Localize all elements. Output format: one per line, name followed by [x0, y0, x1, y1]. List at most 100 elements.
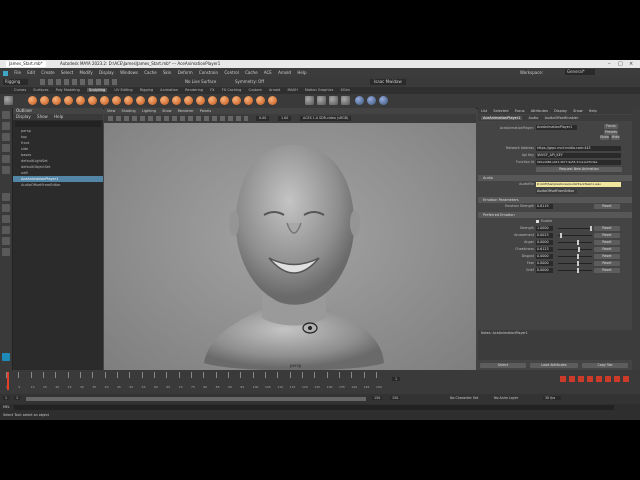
menu-control[interactable]: Control [224, 70, 238, 75]
quick-layout-icon[interactable] [2, 248, 10, 256]
mash-icon[interactable] [2, 353, 10, 361]
close-icon[interactable]: × [629, 60, 633, 68]
emotion-slider-knob[interactable] [577, 268, 580, 273]
workspace-select[interactable]: General* [565, 69, 595, 75]
vp-menu-renderer[interactable]: Renderer [178, 109, 194, 113]
shelf-tab-fx[interactable]: FX [210, 88, 214, 92]
grid-tool-icon[interactable] [329, 96, 338, 105]
emotion-slider-knob[interactable] [577, 261, 580, 266]
layout-single-icon[interactable] [2, 193, 10, 201]
focus-button[interactable]: Focus [604, 124, 618, 129]
shelf-tab-surfaces[interactable]: Surfaces [33, 88, 48, 92]
smooth-brush-icon[interactable] [40, 96, 49, 105]
emotion-reset-button[interactable]: Reset [594, 226, 620, 231]
range-end2-field[interactable]: 150 [390, 396, 401, 400]
wire-tool-icon[interactable] [317, 96, 326, 105]
menu-display[interactable]: Display [99, 70, 114, 75]
menu-select[interactable]: Select [61, 70, 73, 75]
vp-menu-view[interactable]: View [107, 109, 115, 113]
current-frame-field[interactable]: 1 [392, 377, 401, 381]
emotion-slider[interactable] [558, 226, 592, 231]
emotion-slider-knob[interactable] [577, 240, 580, 245]
notes-area[interactable]: Notes: AceAnimationPlayer1 [478, 330, 632, 360]
anim-layer-select[interactable]: No Anim Layer [494, 396, 518, 400]
shelf-tab-rigging[interactable]: Rigging [140, 88, 153, 92]
menu-file[interactable]: File [14, 70, 21, 75]
emotion-reset-button[interactable]: Reset [594, 261, 620, 266]
emotion-reset-button[interactable]: Reset [594, 204, 620, 209]
audio-node-field[interactable]: AudioOffsetFromEditor [536, 189, 577, 194]
maximize-icon[interactable]: □ [618, 60, 623, 68]
emotion-slider-knob[interactable] [577, 247, 580, 252]
menu-constrain[interactable]: Constrain [199, 70, 218, 75]
texture-icon[interactable] [379, 96, 388, 105]
emotion-slider[interactable] [558, 254, 592, 259]
amplify-brush-icon[interactable] [220, 96, 229, 105]
menu-ace[interactable]: ACE [264, 70, 272, 75]
shelf-tab-motion[interactable]: Motion Graphics [305, 88, 333, 92]
menu-modify[interactable]: Modify [80, 70, 93, 75]
emotion-slider[interactable] [558, 261, 592, 266]
emotion-strength-field[interactable]: 0.8119 [536, 204, 553, 209]
ae-menu-list[interactable]: List [481, 109, 487, 113]
file-tab[interactable]: James_Start.mb* [6, 61, 46, 67]
mesh-tool-icon[interactable] [305, 96, 314, 105]
user-account[interactable]: Isaac Mwidaw [370, 79, 406, 85]
vp-menu-panels[interactable]: Panels [200, 109, 211, 113]
no-live-surface[interactable]: No Live Surface [185, 79, 216, 85]
layout-four-icon[interactable] [2, 204, 10, 212]
network-field[interactable]: https://grpc.nvcf.nvidia.com:443 [536, 146, 621, 151]
current-frame-marker[interactable] [7, 372, 9, 390]
emotion-slider[interactable] [558, 268, 592, 273]
emotion-reset-button[interactable]: Reset [594, 254, 620, 259]
emotion-value-field[interactable]: 0.0000 [536, 254, 553, 259]
vp-menu-lighting[interactable]: Lighting [142, 109, 156, 113]
menu-windows[interactable]: Windows [120, 70, 138, 75]
range-start2-field[interactable]: 1 [14, 396, 21, 400]
emotion-slider-knob[interactable] [590, 226, 592, 231]
shelf-tab-uv[interactable]: UV Editing [114, 88, 132, 92]
scale-tool-icon[interactable] [2, 166, 10, 174]
outliner-menu-display[interactable]: Display [16, 114, 31, 119]
shelf-tab-curves[interactable]: Curves [14, 88, 26, 92]
mask-brush-icon[interactable] [244, 96, 253, 105]
emotion-reset-button[interactable]: Reset [594, 268, 620, 273]
emotion-value-field[interactable]: 0.0000 [536, 268, 553, 273]
flatten-brush-icon[interactable] [88, 96, 97, 105]
hide-button[interactable]: Hide [611, 135, 620, 140]
emotion-reset-button[interactable]: Reset [594, 233, 620, 238]
ae-tab-offset[interactable]: AudioOffsetEnabler [545, 116, 579, 120]
bulge-brush-icon[interactable] [208, 96, 217, 105]
shelf-tab-animation[interactable]: Animation [160, 88, 178, 92]
menu-edit[interactable]: Edit [27, 70, 35, 75]
range-bar[interactable] [26, 397, 366, 401]
graph-layout-icon[interactable] [2, 237, 10, 245]
ae-menu-focus[interactable]: Focus [515, 109, 525, 113]
timeline[interactable]: 1510152025303540455055606570758085909510… [0, 370, 640, 394]
frame-field[interactable]: 0.00 [256, 116, 270, 121]
menu-cache-2[interactable]: Cache [245, 70, 257, 75]
emotion-slider[interactable] [558, 240, 592, 245]
rotate-tool-icon[interactable] [2, 155, 10, 163]
sculpt-brush-icon[interactable] [28, 96, 37, 105]
lasso-tool-icon[interactable] [2, 122, 10, 130]
repeat-brush-icon[interactable] [124, 96, 133, 105]
range-start-field[interactable]: 1 [3, 396, 10, 400]
relax-brush-icon[interactable] [52, 96, 61, 105]
colorspace-select[interactable]: ACES 1.0 SDR-video (sRGB) [300, 116, 352, 121]
fill-brush-icon[interactable] [172, 96, 181, 105]
emotion-value-field[interactable]: 0.0000 [536, 240, 553, 245]
smear-brush-icon[interactable] [196, 96, 205, 105]
knife-brush-icon[interactable] [184, 96, 193, 105]
mirror-tool-icon[interactable] [341, 96, 350, 105]
vp-menu-show[interactable]: Show [162, 109, 171, 113]
ae-menu-attributes[interactable]: Attributes [531, 109, 548, 113]
shelf-tab-rendering[interactable]: Rendering [185, 88, 203, 92]
menu-skin[interactable]: Skin [163, 70, 172, 75]
emotion-value-field[interactable]: 0.6123 [536, 247, 553, 252]
emotion-value-field[interactable]: 1.0000 [536, 226, 553, 231]
pinch-brush-icon[interactable] [76, 96, 85, 105]
scale-field[interactable]: 1.00 [278, 116, 292, 121]
emotion-value-field[interactable]: 0.0000 [536, 261, 553, 266]
scrape-brush-icon[interactable] [160, 96, 169, 105]
